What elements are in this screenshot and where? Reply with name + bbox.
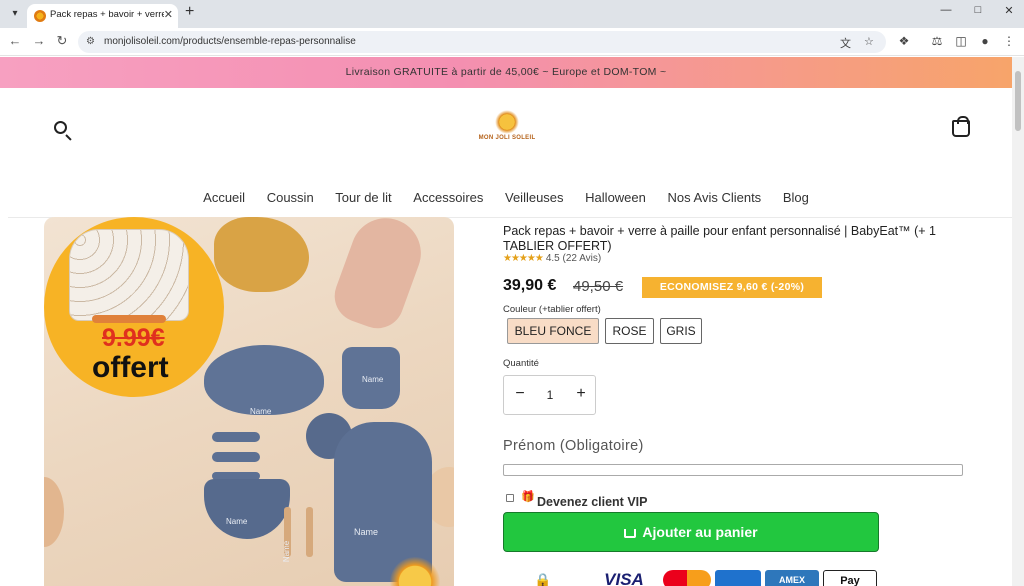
color-option-bleu-fonce[interactable]: BLEU FONCE xyxy=(507,318,599,344)
color-option-rose[interactable]: ROSE xyxy=(605,318,654,344)
nav-link-veilleuses[interactable]: Veilleuses xyxy=(505,190,564,205)
engraved-name: Name xyxy=(282,540,292,563)
web-page: Livraison GRATUITE à partir de 45,00€ ~ … xyxy=(0,57,1012,586)
reload-icon[interactable]: ↻ xyxy=(53,33,71,49)
amex-logo: AMEX xyxy=(765,570,819,586)
scrollbar-thumb[interactable] xyxy=(1015,71,1021,131)
card-logo xyxy=(715,570,761,586)
bib-apron-illustration xyxy=(69,229,189,321)
tab-close-icon[interactable]: ✕ xyxy=(164,8,173,21)
site-logo[interactable]: MON JOLI SOLEIL xyxy=(470,110,544,150)
quantity-minus-button[interactable]: − xyxy=(510,385,530,403)
add-to-cart-label: Ajouter au panier xyxy=(642,524,758,540)
logo-text: MON JOLI SOLEIL xyxy=(478,135,536,141)
visa-logo: VISA xyxy=(604,570,644,586)
apple-pay-logo: Pay xyxy=(823,570,877,586)
menu-kebab-icon[interactable]: ⋮ xyxy=(1001,34,1017,48)
sun-logo-icon xyxy=(495,110,519,134)
spoon xyxy=(212,432,260,442)
window-close-icon[interactable]: ✕ xyxy=(999,4,1019,17)
engraved-name: Name xyxy=(226,517,248,526)
product-image[interactable]: 9.99€ offert Name Name Name Name Name xyxy=(44,217,454,586)
sand-spade-toy xyxy=(327,217,431,336)
mastercard-logo xyxy=(663,570,711,586)
engraved-name: Name xyxy=(354,527,379,537)
main-navigation: Accueil Coussin Tour de lit Accessoires … xyxy=(0,190,1012,205)
maximize-icon[interactable]: □ xyxy=(968,4,988,16)
vip-checkbox[interactable] xyxy=(506,494,514,502)
page-scrollbar[interactable] xyxy=(1012,57,1024,586)
background-toy xyxy=(44,477,64,547)
rating-stars-icon: ★★★★★ xyxy=(503,253,544,264)
fork xyxy=(212,452,260,462)
offer-badge-price: 9.99€ xyxy=(102,324,165,352)
current-price: 39,90 € xyxy=(503,277,557,294)
nav-link-halloween[interactable]: Halloween xyxy=(585,190,646,205)
compare-price: 49,50 € xyxy=(573,278,624,295)
quantity-value[interactable]: 1 xyxy=(540,388,560,402)
extensions-puzzle-icon[interactable]: ❖ xyxy=(896,34,912,48)
product-rating[interactable]: ★★★★★ 4.5 (22 Avis) xyxy=(503,253,601,264)
offer-badge-text: offert xyxy=(92,351,169,384)
search-icon[interactable] xyxy=(52,119,74,141)
color-option-gris[interactable]: GRIS xyxy=(660,318,702,344)
nav-link-coussin[interactable]: Coussin xyxy=(267,190,314,205)
nav-link-accueil[interactable]: Accueil xyxy=(203,190,245,205)
labs-flask-icon[interactable]: ⚖ xyxy=(929,34,945,48)
profile-avatar-icon[interactable]: ● xyxy=(977,34,993,48)
product-title: Pack repas + bavoir + verre à paille pou… xyxy=(503,224,937,253)
secure-lock-icon: 🔒 xyxy=(534,572,552,586)
shopping-cart-icon xyxy=(624,529,637,538)
engraved-name: Name xyxy=(362,375,384,384)
savings-badge: ECONOMISEZ 9,60 € (-20%) xyxy=(642,277,822,298)
minimize-icon[interactable]: — xyxy=(936,4,956,16)
tab-title: Pack repas + bavoir + verre à paille xyxy=(50,9,164,20)
gift-icon: 🎁 xyxy=(521,491,535,503)
site-favicon-icon xyxy=(34,10,46,22)
quantity-label: Quantité xyxy=(503,358,539,369)
suction-bowl xyxy=(204,479,290,539)
new-tab-plus-icon[interactable]: + xyxy=(185,3,194,21)
wooden-spoon xyxy=(306,507,313,557)
side-panel-icon[interactable]: ◫ xyxy=(953,34,969,48)
browser-toolbar: ← → ↻ ⚙ monjolisoleil.com/products/ensem… xyxy=(0,28,1024,56)
browser-tab-bar: ▾ Pack repas + bavoir + verre à paille ✕… xyxy=(0,0,1024,28)
vip-label[interactable]: Devenez client VIP xyxy=(537,495,647,509)
star-sand-mold xyxy=(214,217,309,292)
cart-bag-icon[interactable] xyxy=(952,116,970,137)
rating-text: 4.5 (22 Avis) xyxy=(545,253,602,264)
quantity-plus-button[interactable]: + xyxy=(571,385,591,403)
nav-link-avis-clients[interactable]: Nos Avis Clients xyxy=(668,190,762,205)
back-arrow-icon[interactable]: ← xyxy=(6,33,24,48)
translate-icon[interactable]: 文 xyxy=(840,35,851,51)
bookmark-star-icon[interactable]: ☆ xyxy=(864,35,874,48)
url-text[interactable]: monjolisoleil.com/products/ensemble-repa… xyxy=(104,36,356,47)
quantity-stepper: − 1 + xyxy=(503,375,596,415)
color-label: Couleur (+tablier offert) xyxy=(503,304,601,315)
crab-plate xyxy=(204,345,324,415)
nav-link-blog[interactable]: Blog xyxy=(783,190,809,205)
nav-link-tour-de-lit[interactable]: Tour de lit xyxy=(335,190,391,205)
firstname-label: Prénom (Obligatoire) xyxy=(503,438,644,454)
firstname-input[interactable] xyxy=(503,464,963,476)
address-bar[interactable]: ⚙ monjolisoleil.com/products/ensemble-re… xyxy=(78,31,886,53)
nav-link-accessoires[interactable]: Accessoires xyxy=(413,190,483,205)
forward-arrow-icon[interactable]: → xyxy=(30,33,48,48)
site-settings-icon[interactable]: ⚙ xyxy=(86,36,95,47)
engraved-name: Name xyxy=(250,407,272,416)
tab-search-chevron-icon[interactable]: ▾ xyxy=(6,5,24,23)
bib-hem xyxy=(92,315,166,323)
add-to-cart-button[interactable]: Ajouter au panier xyxy=(503,512,879,552)
browser-tab-active[interactable]: Pack repas + bavoir + verre à paille ✕ xyxy=(27,4,178,28)
announcement-bar: Livraison GRATUITE à partir de 45,00€ ~ … xyxy=(0,57,1012,88)
